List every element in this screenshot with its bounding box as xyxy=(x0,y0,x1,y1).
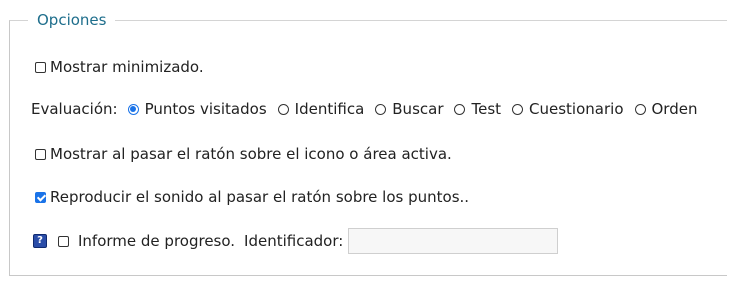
identifier-input[interactable] xyxy=(348,228,559,254)
progress-row: ? Informe de progreso. Identificador: xyxy=(33,228,559,254)
radio-label-buscar: Buscar xyxy=(392,100,444,118)
minimized-label: Mostrar minimizado. xyxy=(50,58,204,76)
radio-buscar[interactable] xyxy=(375,103,387,115)
radio-label-cuestionario: Cuestionario xyxy=(529,100,624,118)
radio-cuestionario[interactable] xyxy=(512,103,524,115)
hover-show-option[interactable]: Mostrar al pasar el ratón sobre el icono… xyxy=(35,145,452,163)
evaluation-row: Evaluación: Puntos visitados Identifica … xyxy=(31,100,699,118)
minimized-option[interactable]: Mostrar minimizado. xyxy=(35,58,204,76)
radio-test[interactable] xyxy=(454,103,466,115)
radio-label-identifica: Identifica xyxy=(294,100,365,118)
hover-sound-checkbox[interactable] xyxy=(35,191,46,203)
progress-checkbox[interactable] xyxy=(58,235,69,247)
help-icon[interactable]: ? xyxy=(33,234,47,248)
minimized-checkbox[interactable] xyxy=(35,61,46,73)
radio-label-test: Test xyxy=(471,100,502,118)
radio-label-orden: Orden xyxy=(651,100,698,118)
hover-sound-option[interactable]: Reproducir el sonido al pasar el ratón s… xyxy=(35,188,469,206)
radio-label-puntos-visitados: Puntos visitados xyxy=(144,100,267,118)
options-legend: Opciones xyxy=(37,11,107,29)
radio-orden[interactable] xyxy=(634,103,646,115)
radio-puntos-visitados[interactable] xyxy=(127,103,139,115)
progress-label: Informe de progreso. xyxy=(78,232,236,250)
hover-show-checkbox[interactable] xyxy=(35,148,46,160)
hover-sound-label: Reproducir el sonido al pasar el ratón s… xyxy=(50,188,470,206)
evaluation-label: Evaluación: xyxy=(31,100,118,118)
hover-show-label: Mostrar al pasar el ratón sobre el icono… xyxy=(50,145,452,163)
identifier-label: Identificador: xyxy=(244,232,344,250)
radio-identifica[interactable] xyxy=(277,103,289,115)
